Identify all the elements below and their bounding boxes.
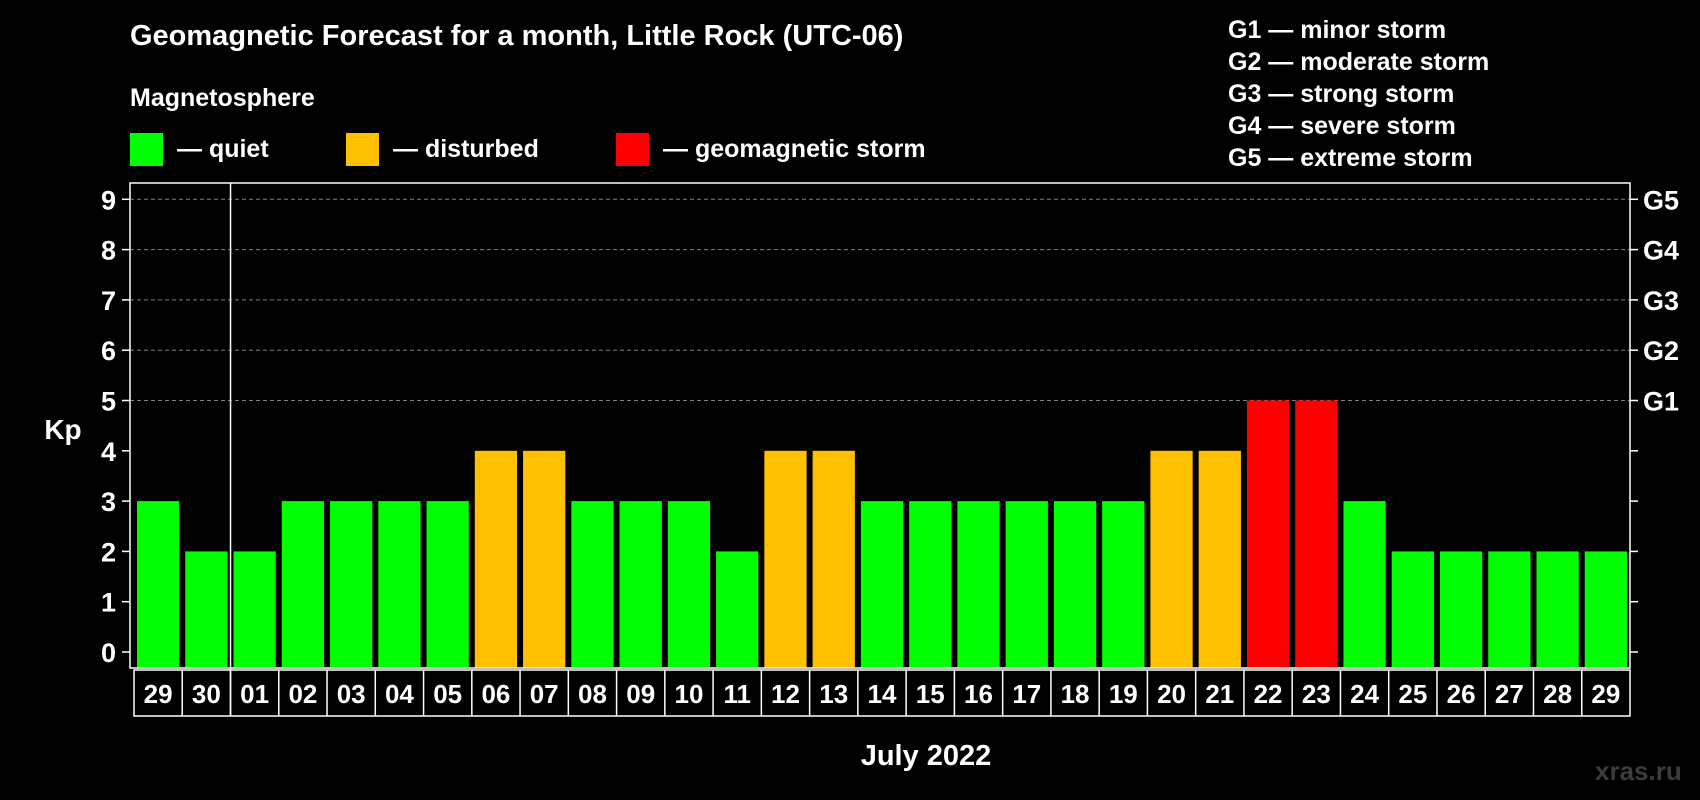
bar-11 [716,551,759,668]
y-tick-label: 1 [101,588,116,618]
bar-29 [137,501,180,668]
x-tick-label: 10 [675,679,704,709]
y-axis-label: Kp [44,414,81,445]
x-tick-label: 03 [337,679,366,709]
bar-21 [1198,450,1241,668]
x-tick-label: 06 [481,679,510,709]
bar-19 [1102,501,1145,668]
bar-12 [764,450,807,668]
x-tick-label: 18 [1061,679,1090,709]
bar-25 [1391,551,1434,668]
x-tick-label: 22 [1254,679,1283,709]
kp-bar-chart: 0123456789G1G2G3G4G5Kp29 30 01 02 03 04 05 06 07… [44,182,1679,772]
bar-07 [523,450,566,668]
x-tick-label: 14 [868,679,897,709]
x-tick-label: 26 [1447,679,1476,709]
bar-06 [474,450,518,668]
bar-29 [1584,551,1627,668]
y-tick-label: 9 [101,185,116,215]
bar-14 [860,501,904,668]
x-tick-label: 24 [1350,679,1379,709]
bar-05 [426,501,469,668]
x-tick-label: 21 [1205,679,1234,709]
x-tick-label: 04 [385,679,414,709]
x-tick-label: 09 [626,679,655,709]
x-tick-label: 30 [192,679,221,709]
bar-28 [1536,551,1579,668]
x-tick-label: 19 [1109,679,1138,709]
bar-01 [233,551,276,668]
x-tick-label: 15 [916,679,945,709]
bar-17 [1005,501,1048,668]
bar-20 [1150,450,1193,668]
y-tick-label: 5 [101,387,116,417]
bar-13 [812,450,855,668]
bar-10 [667,501,711,668]
bar-15 [909,501,952,668]
x-tick-label: 16 [964,679,993,709]
bar-30 [185,551,228,668]
g-tick-label: G5 [1643,185,1679,215]
y-tick-label: 6 [101,336,116,366]
bar-24 [1343,501,1386,668]
x-tick-label: 23 [1302,679,1331,709]
bar-23 [1295,400,1338,668]
g-tick-label: G4 [1643,236,1679,266]
y-tick-label: 4 [101,437,116,467]
x-tick-label: 29 [1591,679,1620,709]
x-tick-label: 13 [819,679,848,709]
x-tick-label: 01 [240,679,269,709]
g-tick-label: G3 [1643,286,1679,316]
bar-09 [619,501,662,668]
x-tick-label: 11 [723,679,751,709]
y-tick-label: 2 [101,537,116,567]
x-tick-label: 17 [1012,679,1041,709]
x-tick-label: 28 [1543,679,1572,709]
y-tick-label: 8 [101,236,116,266]
bar-02 [281,501,325,668]
x-tick-label: 27 [1495,679,1524,709]
x-tick-label: 05 [433,679,462,709]
x-tick-label: 20 [1157,679,1186,709]
x-tick-label: 12 [771,679,800,709]
x-axis-label: July 2022 [861,740,992,772]
y-tick-label: 3 [101,487,116,517]
g-tick-label: G2 [1643,336,1679,366]
x-tick-label: 08 [578,679,607,709]
bar-27 [1488,551,1531,668]
g-tick-label: G1 [1643,387,1679,417]
bar-08 [571,501,614,668]
bar-16 [957,501,1000,668]
y-tick-label: 0 [101,638,116,668]
bar-18 [1053,501,1097,668]
x-tick-label: 07 [530,679,559,709]
bar-22 [1246,400,1290,668]
bar-03 [330,501,373,668]
bar-04 [378,501,421,668]
x-tick-label: 29 [144,679,173,709]
x-tick-label: 25 [1398,679,1427,709]
x-tick-label: 02 [288,679,317,709]
bar-26 [1439,551,1483,668]
y-tick-label: 7 [101,286,116,316]
watermark: xras.ru [1595,756,1682,786]
